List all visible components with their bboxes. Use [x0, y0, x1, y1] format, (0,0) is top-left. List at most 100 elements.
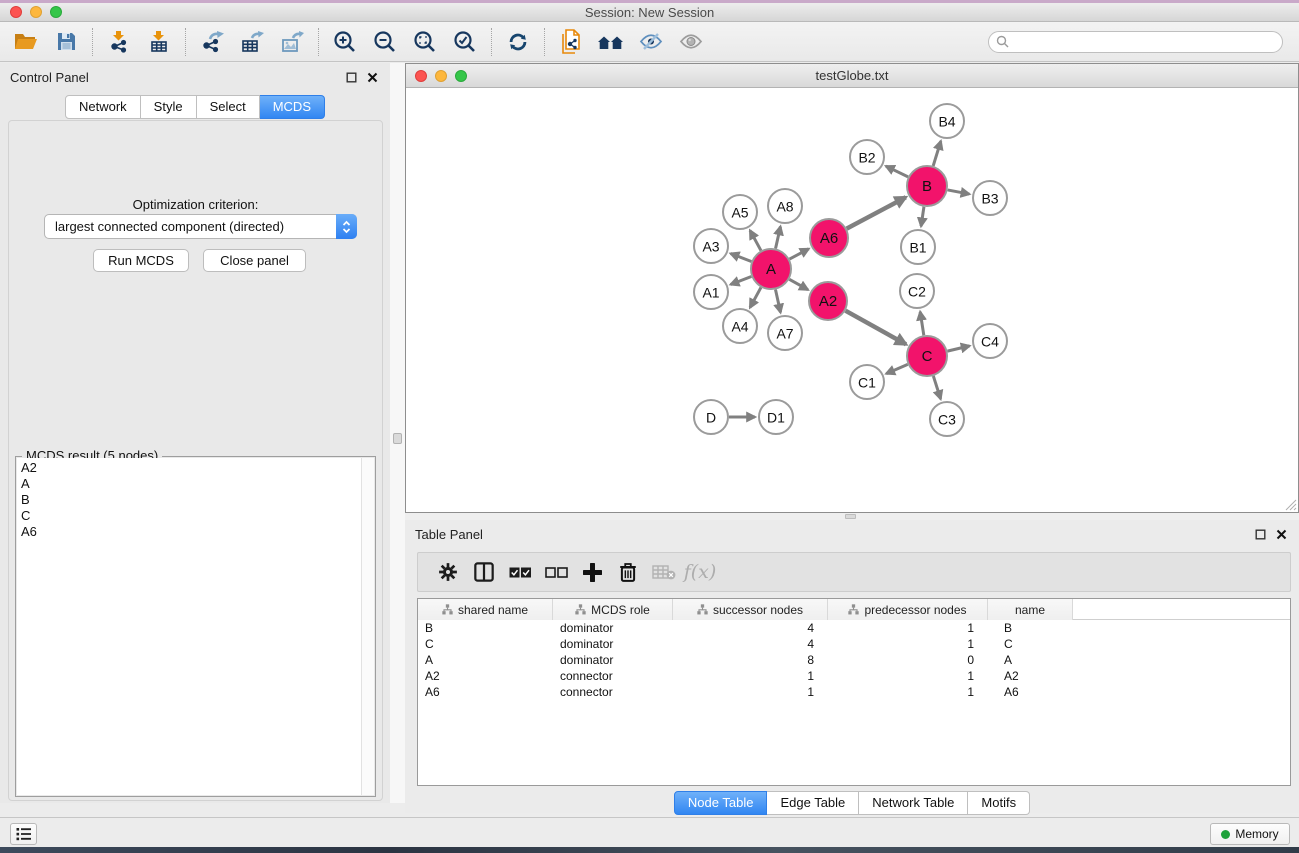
tab-motifs[interactable]: Motifs [968, 791, 1030, 815]
column-header-successor-nodes[interactable]: successor nodes [673, 599, 828, 620]
apply-layout-button[interactable] [498, 25, 538, 59]
edge-A6-B[interactable] [847, 197, 906, 228]
table-cell[interactable]: B [988, 620, 1073, 636]
function-builder-button[interactable]: f(x) [682, 556, 718, 588]
network-file-button[interactable] [551, 25, 591, 59]
edge-B-B2[interactable] [886, 166, 908, 177]
table-cell[interactable]: 4 [673, 620, 828, 636]
table-cell[interactable]: 1 [828, 684, 988, 700]
edge-B-B3[interactable] [948, 190, 970, 194]
mcds-result-item[interactable]: B [21, 492, 361, 508]
table-close-button[interactable] [1274, 527, 1289, 542]
close-panel-button[interactable] [365, 70, 380, 85]
tab-node-table[interactable]: Node Table [674, 791, 768, 815]
edge-C-C2[interactable] [920, 312, 924, 335]
mcds-result-item[interactable]: A2 [21, 460, 361, 476]
save-session-button[interactable] [46, 25, 86, 59]
edge-C-C4[interactable] [947, 346, 969, 351]
table-cell[interactable]: A [988, 652, 1073, 668]
export-table-button[interactable] [232, 25, 272, 59]
edge-A-A6[interactable] [790, 249, 809, 259]
tab-network[interactable]: Network [65, 95, 141, 119]
delete-table-button[interactable] [646, 556, 682, 588]
table-row[interactable]: Cdominator41C [418, 636, 1290, 652]
edge-A-A4[interactable] [750, 287, 761, 307]
zoom-selected-button[interactable] [445, 25, 485, 59]
table-cell[interactable]: C [418, 636, 553, 652]
search-input[interactable] [1013, 33, 1282, 51]
edge-A-A1[interactable] [731, 277, 752, 285]
table-cell[interactable]: connector [553, 684, 673, 700]
table-row[interactable]: Adominator80A [418, 652, 1290, 668]
table-cell[interactable]: 1 [828, 636, 988, 652]
mcds-result-item[interactable]: A [21, 476, 361, 492]
delete-column-button[interactable] [610, 556, 646, 588]
table-cell[interactable]: 4 [673, 636, 828, 652]
table-settings-button[interactable] [430, 556, 466, 588]
edge-A-A5[interactable] [750, 230, 761, 250]
table-cell[interactable]: A6 [418, 684, 553, 700]
horizontal-splitter-grip[interactable] [845, 514, 856, 519]
show-graphics-details-button[interactable] [671, 25, 711, 59]
table-cell[interactable]: 1 [673, 684, 828, 700]
edge-B-B1[interactable] [921, 207, 924, 226]
table-cell[interactable]: A6 [988, 684, 1073, 700]
zoom-fit-button[interactable] [405, 25, 445, 59]
table-cell[interactable]: 1 [828, 668, 988, 684]
mcds-result-item[interactable]: C [21, 508, 361, 524]
resize-grip-icon[interactable] [1284, 498, 1297, 511]
tab-edge-table[interactable]: Edge Table [767, 791, 859, 815]
edge-B-B4[interactable] [933, 141, 941, 166]
table-cell[interactable]: A2 [418, 668, 553, 684]
tab-select[interactable]: Select [197, 95, 260, 119]
table-row[interactable]: A6connector11A6 [418, 684, 1290, 700]
deselect-all-button[interactable] [538, 556, 574, 588]
table-cell[interactable]: 1 [673, 668, 828, 684]
criterion-dropdown[interactable]: largest connected component (directed) [44, 214, 357, 239]
open-session-button[interactable] [6, 25, 46, 59]
memory-button[interactable]: Memory [1210, 823, 1290, 845]
column-header-predecessor-nodes[interactable]: predecessor nodes [828, 599, 988, 620]
edge-A-A3[interactable] [731, 254, 752, 262]
tab-mcds[interactable]: MCDS [260, 95, 325, 119]
table-cell[interactable]: dominator [553, 652, 673, 668]
close-panel-action-button[interactable]: Close panel [203, 249, 306, 272]
task-history-button[interactable] [10, 823, 37, 845]
table-row[interactable]: A2connector11A2 [418, 668, 1290, 684]
table-cell[interactable]: C [988, 636, 1073, 652]
edge-C-C1[interactable] [886, 364, 907, 373]
select-all-button[interactable] [502, 556, 538, 588]
table-float-button[interactable] [1253, 527, 1268, 542]
table-cell[interactable]: 8 [673, 652, 828, 668]
hide-graphics-details-button[interactable] [631, 25, 671, 59]
edge-C-C3[interactable] [933, 376, 940, 399]
table-cell[interactable]: A [418, 652, 553, 668]
import-table-button[interactable] [139, 25, 179, 59]
table-cell[interactable]: 1 [828, 620, 988, 636]
tab-network-table[interactable]: Network Table [859, 791, 968, 815]
zoom-in-button[interactable] [325, 25, 365, 59]
float-panel-button[interactable] [344, 70, 359, 85]
network-canvas[interactable]: AA1A2A3A4A5A6A7A8BB1B2B3B4CC1C2C3C4DD1 [406, 88, 1298, 512]
mcds-result-item[interactable]: A6 [21, 524, 361, 540]
import-network-button[interactable] [99, 25, 139, 59]
column-header-mcds-role[interactable]: MCDS role [553, 599, 673, 620]
column-header-shared-name[interactable]: shared name [418, 599, 553, 620]
create-column-button[interactable] [574, 556, 610, 588]
show-columns-button[interactable] [466, 556, 502, 588]
edge-A-A7[interactable] [775, 290, 780, 313]
vertical-splitter-grip[interactable] [393, 433, 402, 444]
table-row[interactable]: Bdominator41B [418, 620, 1290, 636]
edge-A-A8[interactable] [776, 226, 781, 248]
home-view-button[interactable] [591, 25, 631, 59]
mcds-list-scrollbar[interactable] [361, 458, 374, 795]
export-image-button[interactable] [272, 25, 312, 59]
edge-A2-C[interactable] [845, 311, 906, 345]
table-cell[interactable]: connector [553, 668, 673, 684]
table-cell[interactable]: A2 [988, 668, 1073, 684]
edge-A-A2[interactable] [789, 279, 808, 289]
tab-style[interactable]: Style [141, 95, 197, 119]
column-header-name[interactable]: name [988, 599, 1073, 620]
zoom-out-button[interactable] [365, 25, 405, 59]
table-cell[interactable]: dominator [553, 620, 673, 636]
